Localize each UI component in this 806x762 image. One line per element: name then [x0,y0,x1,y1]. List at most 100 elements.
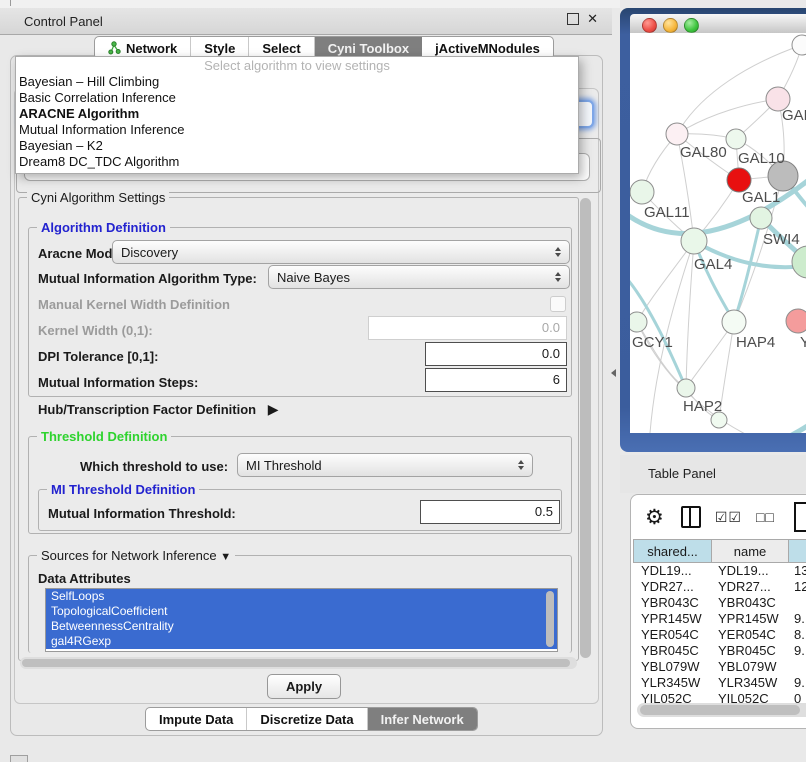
mi-threshold-field[interactable]: 0.5 [420,500,560,524]
aracne-mode-value: Discovery [121,245,178,260]
divider-tick [10,0,11,6]
table-row[interactable]: YER054C YER054C 8. [633,627,806,643]
dpi-tolerance-label: DPI Tolerance [0,1]: [38,349,158,364]
mi-steps-field[interactable]: 6 [425,368,567,392]
cell: YPR145W [633,611,710,627]
combo-spinner-icon [547,272,561,282]
which-threshold-combo[interactable]: MI Threshold [237,453,533,477]
deselect-all-checkboxes-icon[interactable]: □□ [756,509,775,525]
algorithm-definition-title: Algorithm Definition [37,220,170,235]
new-table-icon[interactable] [794,502,806,532]
table-widget: ⚙ ☑☑ □□ shared... name YDL19... YDL19...… [630,494,806,729]
column-header-shared-name[interactable]: shared... [633,539,712,563]
dropdown-item[interactable]: Basic Correlation Inference [16,90,578,106]
column-layout-icon[interactable] [681,506,701,528]
node-swi4[interactable] [750,207,772,229]
table-toolbar: ⚙ ☑☑ □□ [631,495,806,539]
combo-spinner-icon [547,247,561,257]
aracne-mode-combo[interactable]: Discovery [112,240,570,264]
table-row[interactable]: YBL079W YBL079W [633,659,806,675]
cell: YDL19... [710,563,786,579]
sources-group-title[interactable]: Sources for Network Inference ▼ [37,548,235,563]
cyni-bottom-tabbar: Impute Data Discretize Data Infer Networ… [145,707,478,731]
mi-type-combo[interactable]: Naive Bayes [268,265,570,289]
table-row[interactable]: YPR145W YPR145W 9. [633,611,806,627]
settings-vertical-scrollbar[interactable] [580,198,591,658]
node-label: GCY1 [632,334,673,351]
attributes-list-scrollbar[interactable] [546,591,554,647]
tab-impute-data-label: Impute Data [159,712,233,727]
dropdown-item[interactable]: Dream8 DC_TDC Algorithm [16,154,578,170]
dropdown-item-selected[interactable]: ARACNE Algorithm [16,106,578,122]
column-header-partial[interactable] [789,539,806,563]
node-label: Y [800,334,806,351]
table-row[interactable]: YLR345W YLR345W 9. [633,675,806,691]
network-view-window: GAL GAL80 GAL10 GAL1 GAL11 SWI4 GAL4 GCY… [620,8,806,452]
dropdown-item[interactable]: Bayesian – Hill Climbing [16,74,578,90]
column-header-name[interactable]: name [712,539,789,563]
tab-discretize-data[interactable]: Discretize Data [247,708,367,730]
node-label: HAP2 [683,398,722,415]
node-hap4[interactable] [722,310,746,334]
cell: YER054C [710,627,786,643]
table-row[interactable]: YBR043C YBR043C [633,595,806,611]
minimize-traffic-light[interactable] [663,18,678,33]
attribute-item[interactable]: TopologicalCoefficient [46,604,557,619]
select-all-checkboxes-icon[interactable]: ☑☑ [715,509,742,526]
table-hscroll-thumb[interactable] [640,705,800,715]
tab-jactivemnodules-label: jActiveMNodules [435,41,540,56]
data-attributes-list[interactable]: SelfLoops TopologicalCoefficient Between… [45,588,558,652]
cell: YBL079W [710,659,786,675]
node-gcy1[interactable] [630,312,647,332]
mi-threshold-group-title: MI Threshold Definition [47,482,199,497]
hub-definition-toggle[interactable]: Hub/Transcription Factor Definition ▶ [38,401,279,418]
float-panel-icon[interactable] [567,13,579,25]
attribute-item[interactable]: SelfLoops [46,589,557,604]
tab-infer-network[interactable]: Infer Network [368,708,477,730]
table-row[interactable]: YDR27... YDR27... 12 [633,579,806,595]
apply-button[interactable]: Apply [267,674,341,699]
network-icon [108,41,121,55]
gear-icon[interactable]: ⚙ [645,505,664,530]
node-gal11[interactable] [630,180,654,204]
tab-style-label: Style [204,41,235,56]
attribute-item[interactable]: gal4RGexp [46,634,557,649]
cell: 9. [786,675,806,691]
threshold-definition-title: Threshold Definition [37,429,171,444]
table-row[interactable]: YBR045C YBR045C 9. [633,643,806,659]
node-unlabeled[interactable] [792,35,806,55]
close-traffic-light[interactable] [642,18,657,33]
kernel-width-field[interactable]: 0.0 [368,316,567,340]
manual-kernel-checkbox[interactable] [550,296,566,312]
cell: YBR045C [633,643,710,659]
network-window-titlebar[interactable] [630,14,806,34]
settings-hscroll-thumb[interactable] [22,659,570,667]
node-label: GAL [782,107,806,124]
node-gal10[interactable] [726,129,746,149]
dropdown-item[interactable]: Mutual Information Inference [16,122,578,138]
node-hap2[interactable] [677,379,695,397]
network-canvas[interactable]: GAL GAL80 GAL10 GAL1 GAL11 SWI4 GAL4 GCY… [630,33,806,433]
docked-panel-icon[interactable] [10,755,28,762]
table-panel-title: Table Panel [648,466,716,481]
cell: YER054C [633,627,710,643]
dpi-tolerance-field[interactable]: 0.0 [425,342,567,366]
node-gal80[interactable] [666,123,688,145]
settings-horizontal-scrollbar[interactable] [20,657,577,669]
mi-type-label: Mutual Information Algorithm Type: [38,271,257,286]
node-gal4[interactable] [681,228,707,254]
table-row[interactable]: YDL19... YDL19... 13 [633,563,806,579]
table-panel-titlebar: Table Panel [620,455,806,493]
split-pane-collapse-arrow[interactable] [611,369,616,377]
table-horizontal-scrollbar[interactable] [637,703,806,717]
cell: 9. [786,643,806,659]
attribute-item[interactable]: BetweennessCentrality [46,619,557,634]
close-icon[interactable]: ✕ [587,13,598,25]
tab-impute-data[interactable]: Impute Data [146,708,247,730]
cell: YBL079W [633,659,710,675]
cell: YBR043C [710,595,786,611]
network-node-labels: GAL GAL80 GAL10 GAL1 GAL11 SWI4 GAL4 GCY… [632,107,806,415]
dropdown-item[interactable]: Bayesian – K2 [16,138,578,154]
node-salmon[interactable] [786,309,806,333]
zoom-traffic-light[interactable] [684,18,699,33]
